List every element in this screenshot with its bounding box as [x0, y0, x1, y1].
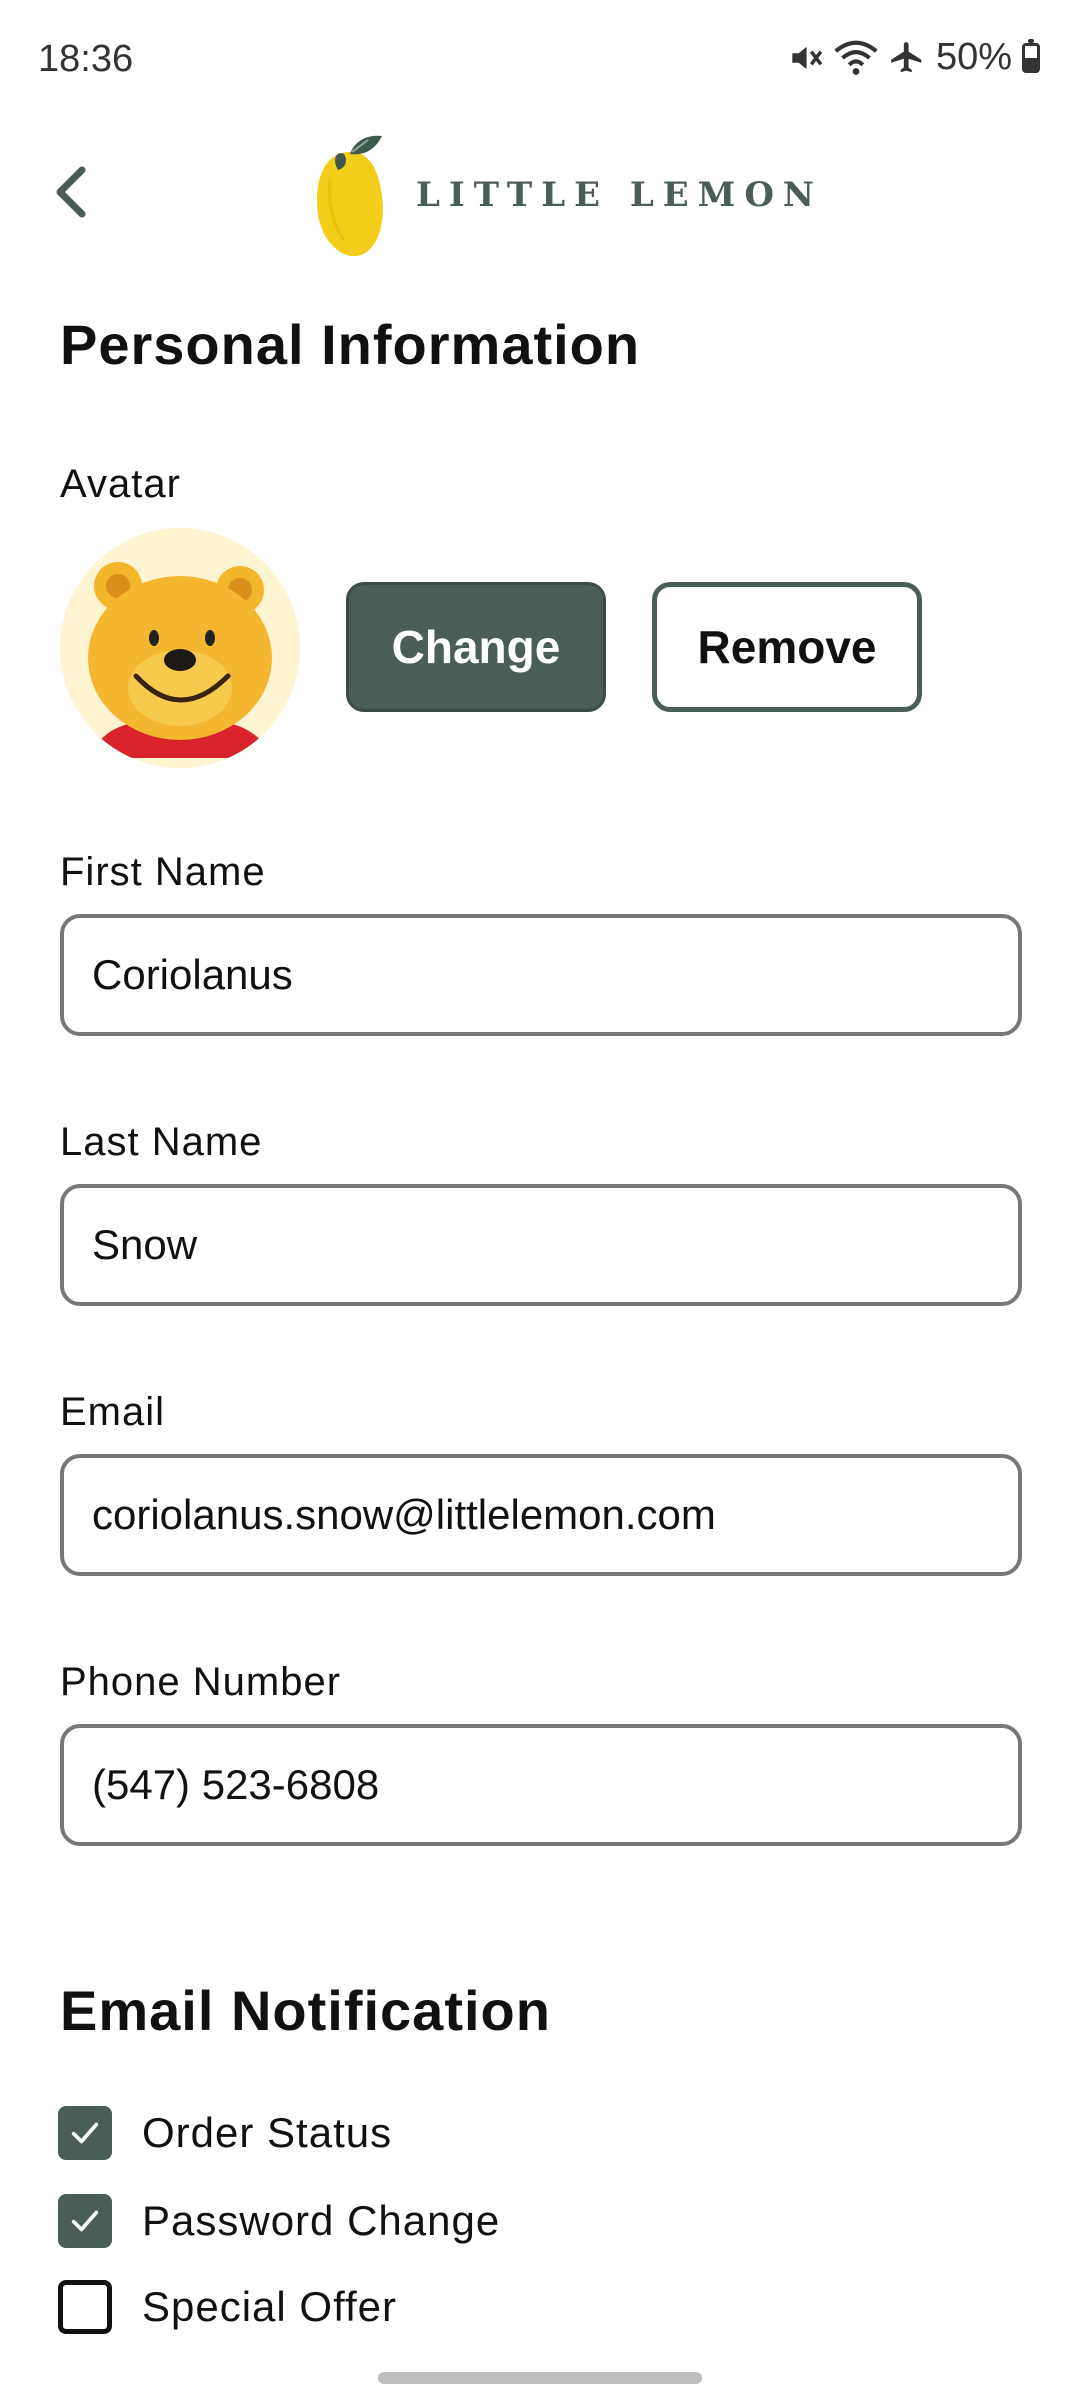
- battery-percent: 50%: [935, 36, 1012, 78]
- avatar[interactable]: [60, 528, 300, 768]
- airplane-icon: [891, 41, 922, 72]
- checkbox-label: Order Status: [142, 2109, 393, 2156]
- page-title: Personal Information: [60, 313, 641, 376]
- check-icon: [71, 2122, 99, 2144]
- first-name-value: Coriolanus: [92, 951, 293, 998]
- battery-icon: [1022, 38, 1040, 73]
- email-value: coriolanus.snow@littlelemon.com: [92, 1491, 716, 1538]
- remove-avatar-button[interactable]: Remove: [652, 582, 922, 712]
- first-name-field[interactable]: Coriolanus: [60, 914, 1022, 1036]
- last-name-label: Last Name: [60, 1120, 263, 1164]
- last-name-value: Snow: [92, 1221, 198, 1268]
- phone-label: Phone Number: [60, 1660, 342, 1704]
- checkbox-label: Special Offer: [142, 2283, 398, 2330]
- app-logo: LITTLE LEMON: [310, 130, 823, 260]
- checkbox-password-change[interactable]: Password Change: [58, 2194, 500, 2248]
- phone-field[interactable]: (547) 523-6808: [60, 1724, 1022, 1846]
- status-icons: 50%: [786, 36, 1040, 79]
- status-time: 18:36: [38, 38, 134, 80]
- avatar-image: [60, 528, 300, 768]
- check-icon: [71, 2210, 99, 2232]
- checkbox-order-status[interactable]: Order Status: [58, 2106, 392, 2160]
- checkbox-special-offer[interactable]: Special Offer: [58, 2280, 397, 2334]
- change-avatar-button[interactable]: Change: [346, 582, 606, 712]
- last-name-field[interactable]: Snow: [60, 1184, 1022, 1306]
- lemon-icon: [317, 135, 383, 257]
- back-button[interactable]: [40, 160, 104, 224]
- checkbox-box[interactable]: [58, 2280, 112, 2334]
- avatar-label: Avatar: [60, 462, 181, 506]
- email-field[interactable]: coriolanus.snow@littlelemon.com: [60, 1454, 1022, 1576]
- logo-text: LITTLE LEMON: [416, 175, 824, 215]
- chevron-left-icon: [56, 166, 86, 218]
- phone-value: (547) 523-6808: [92, 1761, 380, 1808]
- checkbox-box[interactable]: [58, 2106, 112, 2160]
- checkbox-box[interactable]: [58, 2194, 112, 2248]
- home-indicator[interactable]: [378, 2372, 702, 2384]
- email-label: Email: [60, 1390, 166, 1434]
- first-name-label: First Name: [60, 850, 266, 894]
- notifications-title: Email Notification: [60, 1979, 551, 2042]
- battery-fill: [1025, 57, 1037, 70]
- mute-icon: [792, 46, 823, 69]
- checkbox-label: Password Change: [142, 2197, 501, 2244]
- wifi-icon: [834, 40, 878, 75]
